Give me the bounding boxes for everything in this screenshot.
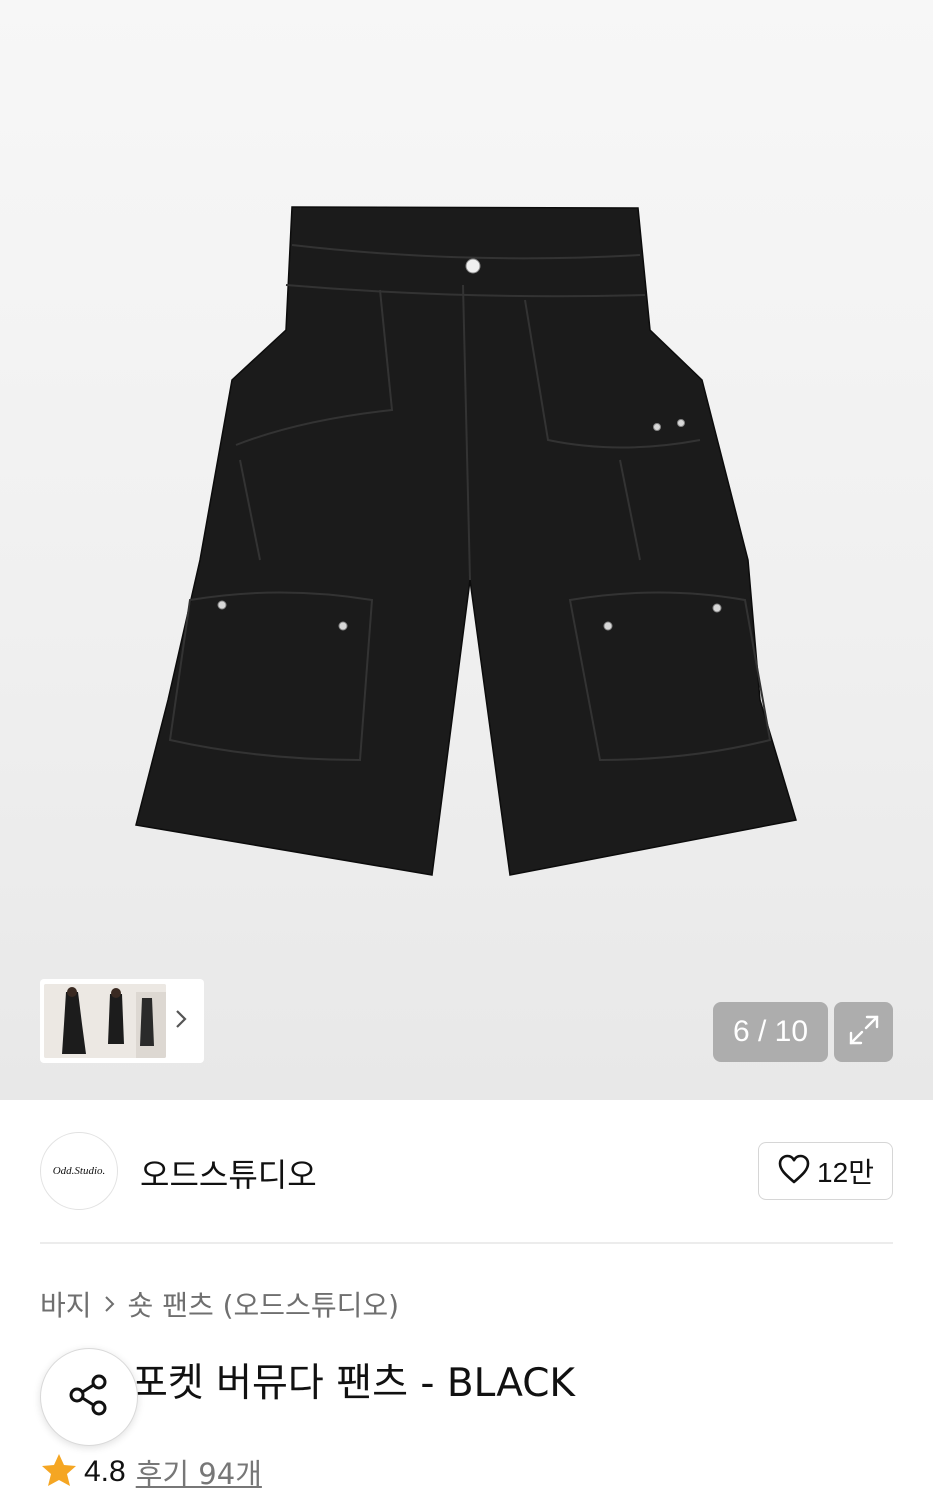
rating-value: 4.8 <box>84 1455 126 1488</box>
look-thumbnails[interactable] <box>40 979 204 1063</box>
brand-row: Odd.Studio. 오드스튜디오 12만 <box>40 1132 893 1212</box>
image-counter: 6 / 10 <box>713 1002 828 1062</box>
brand-name[interactable]: 오드스튜디오 <box>140 1150 317 1196</box>
product-image-shorts <box>135 206 797 876</box>
brand-logo-text: Odd.Studio. <box>52 1165 106 1177</box>
heart-icon <box>777 1153 811 1189</box>
rating-row: 4.8 후기 94개 <box>40 1452 262 1492</box>
product-image-gallery[interactable]: 6 / 10 <box>0 0 933 1100</box>
chevron-right-icon <box>104 1288 116 1321</box>
chevron-right-icon <box>174 1008 188 1034</box>
like-count: 12만 <box>817 1157 874 1188</box>
like-button[interactable]: 12만 <box>758 1142 893 1200</box>
breadcrumb-subcategory[interactable]: 숏 팬츠 (오드스튜디오) <box>128 1284 400 1324</box>
breadcrumb: 바지 숏 팬츠 (오드스튜디오) <box>40 1284 399 1324</box>
product-title: 포켓 버뮤다 팬츠 - BLACK <box>132 1361 575 1406</box>
expand-icon <box>845 1011 883 1053</box>
divider <box>40 1242 893 1244</box>
review-count-link[interactable]: 후기 94개 <box>136 1451 262 1493</box>
share-button[interactable] <box>40 1348 138 1446</box>
look-thumbnail-image <box>44 984 166 1058</box>
breadcrumb-category[interactable]: 바지 <box>40 1284 92 1324</box>
star-icon <box>40 1452 78 1492</box>
fullscreen-button[interactable] <box>834 1002 893 1062</box>
brand-logo[interactable]: Odd.Studio. <box>40 1132 118 1210</box>
share-icon <box>64 1370 114 1424</box>
